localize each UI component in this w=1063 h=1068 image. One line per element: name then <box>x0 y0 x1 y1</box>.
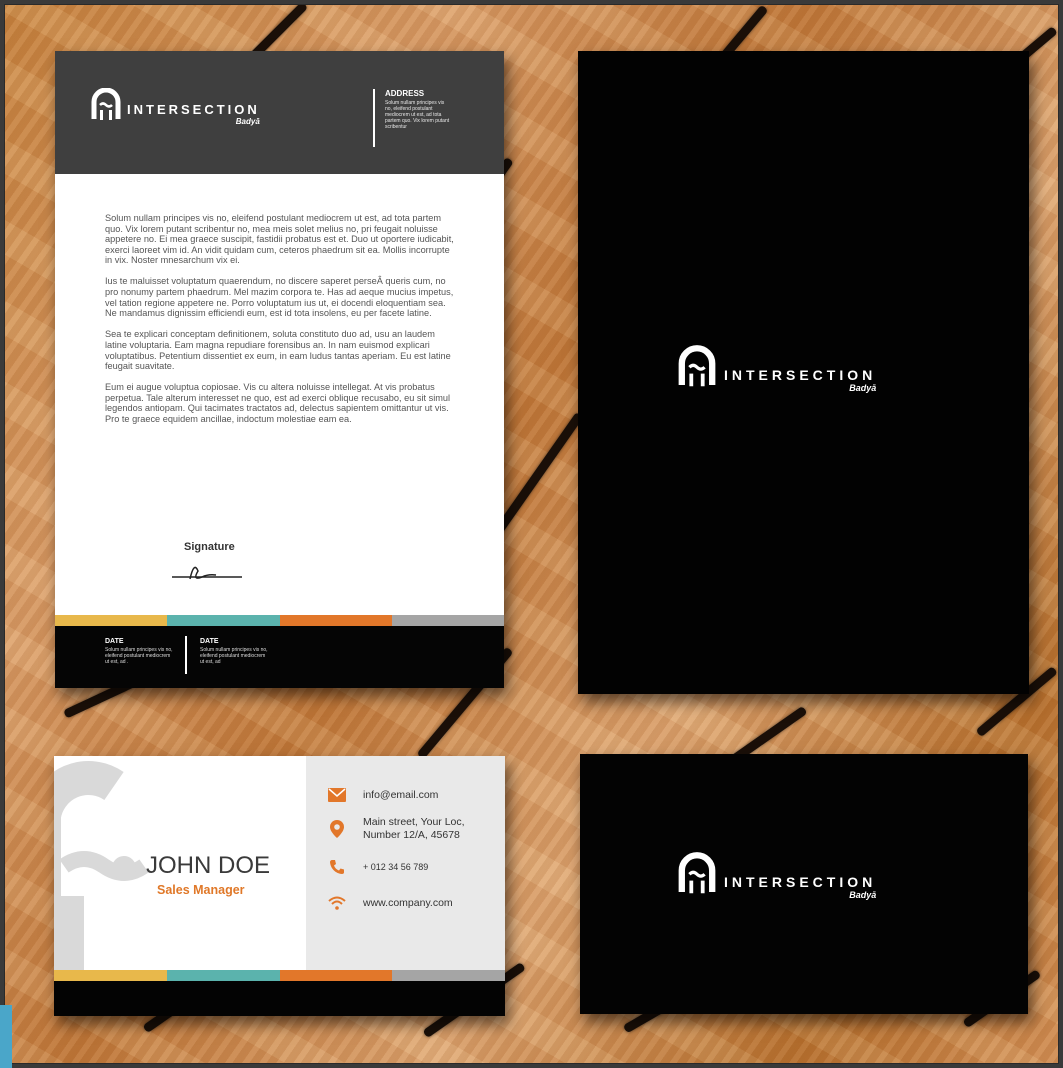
brand-name: INTERSECTION <box>724 874 877 890</box>
letter-body: Solum nullam principes vis no, eleifend … <box>105 213 457 435</box>
business-card-front: JOHN DOE Sales Manager info@email.com Ma… <box>54 756 505 1016</box>
footer-date-title: DATE <box>200 638 219 645</box>
footer-divider <box>185 636 187 674</box>
arch-logo-icon <box>678 345 716 387</box>
contact-website-text: www.company.com <box>363 896 453 909</box>
footer-date-text: Solum nullam principes vis no, eleifend … <box>105 647 173 665</box>
business-card-back: INTERSECTION Badyā <box>580 754 1028 1014</box>
stripe-teal <box>167 615 280 626</box>
address-text: Solum nullam principes vis no, eleifend … <box>385 100 450 130</box>
letterhead: INTERSECTION Badyā ADDRESS Solum nullam … <box>55 51 504 688</box>
address-title: ADDRESS <box>385 89 425 98</box>
brand-sub: Badyā <box>849 383 877 393</box>
brand-sub: Badyā <box>849 890 877 900</box>
stripe-gray <box>391 615 504 626</box>
brand-logo: INTERSECTION Badyā <box>678 345 876 393</box>
phone-icon <box>328 858 346 876</box>
card-bottom-band <box>54 981 505 1016</box>
brand-logo: INTERSECTION Badyā <box>91 88 260 126</box>
stripe-gray <box>392 970 505 981</box>
footer-date-1: DATE Solum nullam principes vis no, elei… <box>105 638 175 665</box>
contact-email-text: info@email.com <box>363 788 439 801</box>
stripe-yellow <box>55 615 168 626</box>
brand-sub: Badyā <box>235 117 260 126</box>
letter-paragraph: Sea te explicari conceptam definitionem,… <box>105 329 451 372</box>
footer-date-2: DATE Solum nullam principes vis no, elei… <box>200 638 270 665</box>
signature-block: Signature <box>170 541 250 586</box>
contact-address: Main street, Your Loc, Number 12/A, 4567… <box>328 816 473 842</box>
contact-email: info@email.com <box>328 786 438 804</box>
arch-logo-icon <box>91 88 121 120</box>
location-pin-icon <box>328 820 346 838</box>
address-block: ADDRESS Solum nullam principes vis no, e… <box>373 89 451 147</box>
stripe-orange <box>279 615 392 626</box>
letter-paragraph: Solum nullam principes vis no, eleifend … <box>105 213 454 266</box>
wifi-icon <box>328 894 346 912</box>
color-stripe <box>55 615 504 626</box>
stripe-yellow <box>54 970 167 981</box>
letterhead-footer: DATE Solum nullam principes vis no, elei… <box>55 626 504 688</box>
footer-date-text: Solum nullam principes vis no, eleifend … <box>200 647 268 665</box>
brand-name: INTERSECTION <box>127 102 260 117</box>
envelope-icon <box>328 786 346 804</box>
card-person-name: JOHN DOE <box>146 852 271 879</box>
color-stripe <box>54 970 505 981</box>
letterhead-header: INTERSECTION Badyā ADDRESS Solum nullam … <box>55 51 504 174</box>
signature-label: Signature <box>184 541 235 553</box>
contact-website: www.company.com <box>328 894 453 912</box>
signature-scribble-icon <box>172 566 242 580</box>
footer-date-title: DATE <box>105 638 124 645</box>
black-cover: INTERSECTION Badyā <box>578 51 1029 694</box>
stripe-orange <box>279 970 393 981</box>
stripe-teal <box>166 970 280 981</box>
arch-logo-icon <box>678 852 716 894</box>
letter-paragraph: Ius te maluisset voluptatum quaerendum, … <box>105 276 454 319</box>
letter-paragraph: Eum ei augue voluptua copiosae. Vis cu a… <box>105 382 451 424</box>
brand-logo: INTERSECTION Badyā <box>678 852 876 900</box>
card-person-role: Sales Manager <box>157 883 245 897</box>
edge-blue-tab <box>0 1005 12 1068</box>
contact-address-text: Main street, Your Loc, Number 12/A, 4567… <box>363 816 465 841</box>
brand-name: INTERSECTION <box>724 367 877 383</box>
contact-phone: + 012 34 56 789 <box>328 858 428 876</box>
contact-phone-text: + 012 34 56 789 <box>363 861 429 872</box>
